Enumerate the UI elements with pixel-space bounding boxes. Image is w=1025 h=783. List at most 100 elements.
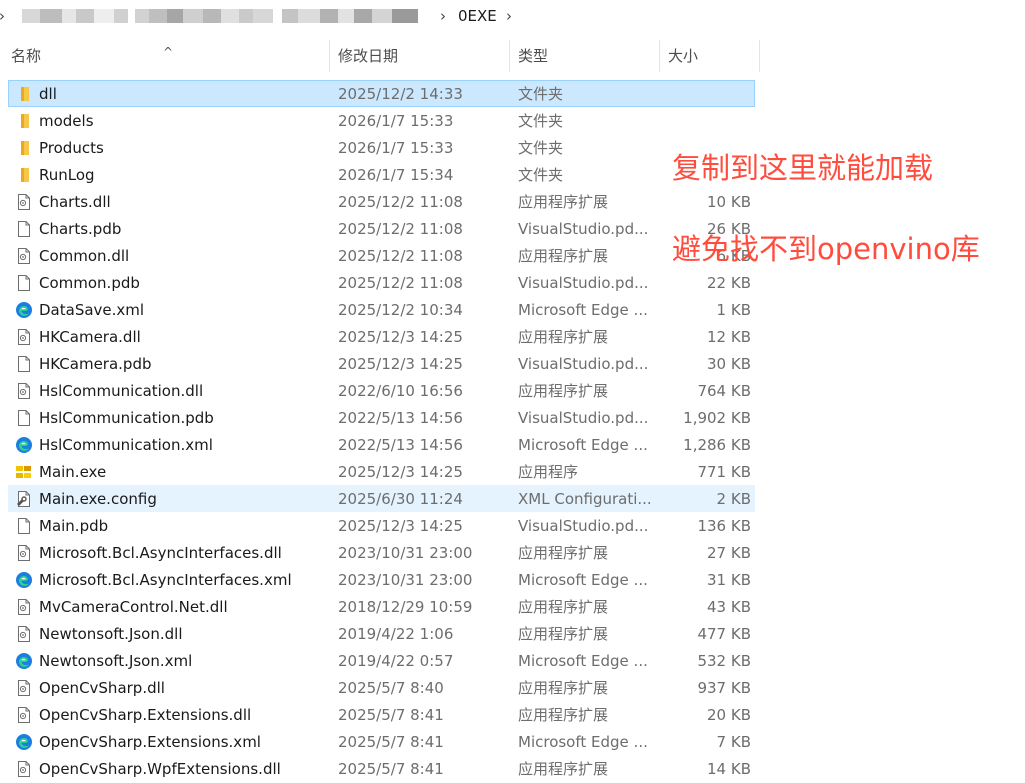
edge-icon: [15, 436, 33, 454]
address-breadcrumb[interactable]: › › 0EXE ›: [0, 0, 1025, 34]
file-row-newtonsoft-json-dll[interactable]: Newtonsoft.Json.dll 2019/4/22 1:06 应用程序扩展 4…: [8, 620, 755, 647]
file-date-modified: 2022/6/10 16:56: [338, 382, 463, 400]
folder-icon: [15, 85, 33, 103]
file-row-products[interactable]: Products 2026/1/7 15:33 文件夹: [8, 134, 755, 161]
file-type: VisualStudio.pd...: [518, 409, 649, 427]
file-name: models: [39, 112, 94, 130]
file-icon: [15, 409, 33, 427]
file-row-main-exe[interactable]: Main.exe 2025/12/3 14:25 应用程序 771 KB: [8, 458, 755, 485]
column-header-date-label: 修改日期: [338, 47, 399, 65]
file-date-modified: 2022/5/13 14:56: [338, 409, 463, 427]
file-row-charts-pdb[interactable]: Charts.pdb 2025/12/2 11:08 VisualStudio.pd…: [8, 215, 755, 242]
file-name: HKCamera.dll: [39, 328, 141, 346]
file-name: OpenCvSharp.WpfExtensions.dll: [39, 760, 281, 778]
file-size: 771 KB: [697, 463, 751, 481]
file-date-modified: 2026/1/7 15:34: [338, 166, 454, 184]
edge-icon: [15, 733, 33, 751]
file-row-opencvsharp-extensions-xml[interactable]: OpenCvSharp.Extensions.xml 2025/5/7 8:41 M…: [8, 728, 755, 755]
file-row-opencvsharp-extensions-dll[interactable]: OpenCvSharp.Extensions.dll 2025/5/7 8:41 应…: [8, 701, 755, 728]
file-size: 27 KB: [707, 544, 751, 562]
file-size: [659, 81, 751, 108]
file-date-modified: 2025/5/7 8:40: [338, 679, 444, 697]
file-date-modified: 2025/12/2 11:08: [338, 274, 463, 292]
file-row-microsoft-bcl-asyncinterfaces-xml[interactable]: Microsoft.Bcl.AsyncInterfaces.xml 2023/10…: [8, 566, 755, 593]
file-row-runlog[interactable]: RunLog 2026/1/7 15:34 文件夹: [8, 161, 755, 188]
file-row-mvcameracontrol-net-dll[interactable]: MvCameraControl.Net.dll 2018/12/29 10:59 应…: [8, 593, 755, 620]
file-size: 20 KB: [707, 706, 751, 724]
file-row-dll[interactable]: dll 2025/12/2 14:33 文件夹: [8, 80, 755, 107]
dll-icon: [15, 382, 33, 400]
file-type: 应用程序扩展: [518, 598, 609, 616]
file-size: 136 KB: [697, 517, 751, 535]
edge-icon: [15, 652, 33, 670]
file-name: MvCameraControl.Net.dll: [39, 598, 228, 616]
file-name: HslCommunication.xml: [39, 436, 213, 454]
breadcrumb-current-folder[interactable]: 0EXE: [458, 7, 497, 25]
file-name: DataSave.xml: [39, 301, 145, 319]
file-type: Microsoft Edge ...: [518, 301, 648, 319]
file-row-hslcommunication-dll[interactable]: HslCommunication.dll 2022/6/10 16:56 应用程序扩…: [8, 377, 755, 404]
file-row-hslcommunication-xml[interactable]: HslCommunication.xml 2022/5/13 14:56 Micro…: [8, 431, 755, 458]
dll-icon: [15, 193, 33, 211]
file-name: HKCamera.pdb: [39, 355, 152, 373]
file-date-modified: 2023/10/31 23:00: [338, 544, 473, 562]
column-header-date[interactable]: 修改日期: [330, 40, 510, 72]
redacted-path-segment: [22, 9, 128, 23]
file-row-hkcamera-dll[interactable]: HKCamera.dll 2025/12/3 14:25 应用程序扩展 12 KB: [8, 323, 755, 350]
edge-icon: [15, 571, 33, 589]
file-type: VisualStudio.pd...: [518, 355, 649, 373]
file-size: 43 KB: [707, 598, 751, 616]
file-date-modified: 2025/12/2 11:08: [338, 247, 463, 265]
file-row-opencvsharp-dll[interactable]: OpenCvSharp.dll 2025/5/7 8:40 应用程序扩展 937 KB: [8, 674, 755, 701]
file-date-modified: 2025/5/7 8:41: [338, 706, 444, 724]
file-date-modified: 2023/10/31 23:00: [338, 571, 473, 589]
file-size: 31 KB: [707, 571, 751, 589]
file-row-common-dll[interactable]: Common.dll 2025/12/2 11:08 应用程序扩展 6 KB: [8, 242, 755, 269]
file-row-datasave-xml[interactable]: DataSave.xml 2025/12/2 10:34 Microsoft Edg…: [8, 296, 755, 323]
file-size: 22 KB: [707, 274, 751, 292]
file-name: Newtonsoft.Json.dll: [39, 625, 183, 643]
file-size: 12 KB: [707, 328, 751, 346]
file-size: 764 KB: [697, 382, 751, 400]
file-row-charts-dll[interactable]: Charts.dll 2025/12/2 11:08 应用程序扩展 10 KB: [8, 188, 755, 215]
file-row-opencvsharp-wpfextensions-dll[interactable]: OpenCvSharp.WpfExtensions.dll 2025/5/7 8:…: [8, 755, 755, 782]
file-type: Microsoft Edge ...: [518, 733, 648, 751]
config-icon: [15, 490, 33, 508]
chevron-right-icon[interactable]: ›: [506, 7, 512, 25]
file-type: 应用程序扩展: [518, 328, 609, 346]
folder-icon: [15, 112, 33, 130]
file-name: dll: [39, 85, 57, 103]
file-row-hslcommunication-pdb[interactable]: HslCommunication.pdb 2022/5/13 14:56 Visua…: [8, 404, 755, 431]
file-size: 7 KB: [716, 733, 751, 751]
file-name: HslCommunication.pdb: [39, 409, 214, 427]
file-date-modified: 2025/5/7 8:41: [338, 760, 444, 778]
file-name: Main.pdb: [39, 517, 109, 535]
file-row-main-pdb[interactable]: Main.pdb 2025/12/3 14:25 VisualStudio.pd..…: [8, 512, 755, 539]
file-date-modified: 2022/5/13 14:56: [338, 436, 463, 454]
chevron-right-icon[interactable]: ›: [440, 7, 446, 25]
file-type: 应用程序: [518, 463, 579, 481]
file-date-modified: 2019/4/22 1:06: [338, 625, 454, 643]
file-name: HslCommunication.dll: [39, 382, 204, 400]
file-date-modified: 2025/12/3 14:25: [338, 355, 463, 373]
file-date-modified: 2025/12/2 11:08: [338, 193, 463, 211]
file-row-hkcamera-pdb[interactable]: HKCamera.pdb 2025/12/3 14:25 VisualStudio.…: [8, 350, 755, 377]
file-date-modified: 2025/5/7 8:41: [338, 733, 444, 751]
column-header-size[interactable]: 大小: [660, 40, 760, 72]
file-row-newtonsoft-json-xml[interactable]: Newtonsoft.Json.xml 2019/4/22 0:57 Microso…: [8, 647, 755, 674]
file-type: VisualStudio.pd...: [518, 220, 649, 238]
file-name: Charts.pdb: [39, 220, 122, 238]
file-type: 应用程序扩展: [518, 382, 609, 400]
column-header-type[interactable]: 类型: [510, 40, 660, 72]
file-row-models[interactable]: models 2026/1/7 15:33 文件夹: [8, 107, 755, 134]
file-row-main-exe-config[interactable]: Main.exe.config 2025/6/30 11:24 XML Config…: [8, 485, 755, 512]
file-size: 14 KB: [707, 760, 751, 778]
file-row-microsoft-bcl-asyncinterfaces-dll[interactable]: Microsoft.Bcl.AsyncInterfaces.dll 2023/10…: [8, 539, 755, 566]
file-type: 应用程序扩展: [518, 247, 609, 265]
dll-icon: [15, 679, 33, 697]
file-name: Common.pdb: [39, 274, 140, 292]
column-header-name[interactable]: ^ 名称: [3, 40, 330, 72]
file-type: 文件夹: [518, 85, 564, 103]
file-row-common-pdb[interactable]: Common.pdb 2025/12/2 11:08 VisualStudio.pd…: [8, 269, 755, 296]
file-name: Main.exe: [39, 463, 107, 481]
